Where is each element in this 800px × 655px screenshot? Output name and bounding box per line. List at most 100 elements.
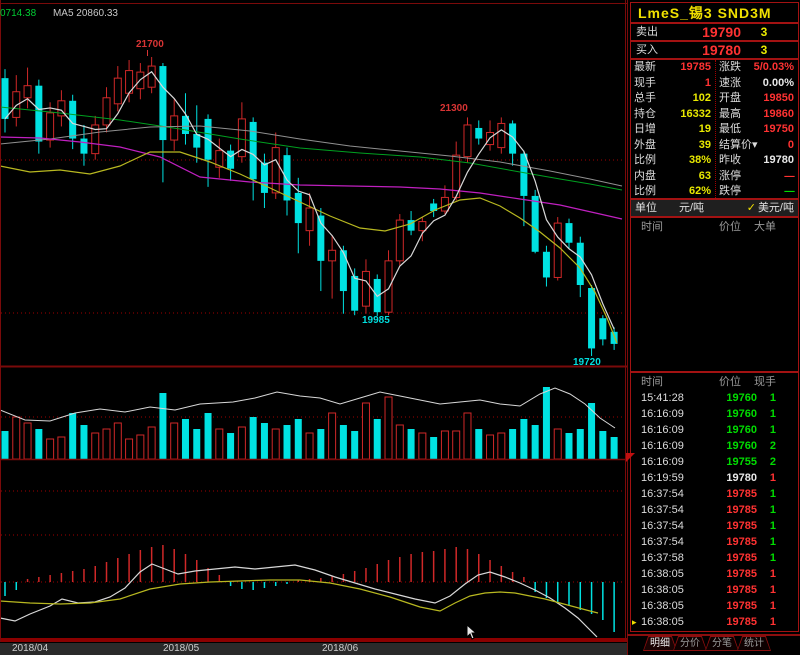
- quote-field-value: 0: [788, 138, 794, 154]
- unit-usd-option[interactable]: ✓美元/吨: [747, 200, 794, 217]
- check-icon: ✓: [747, 202, 756, 214]
- trade-row[interactable]: 16:37:54 19785 1: [631, 518, 798, 534]
- big-orders-header-price: 价位: [719, 220, 741, 234]
- mouse-cursor-icon: [466, 625, 480, 641]
- quote-field-label: 最高: [719, 107, 741, 123]
- trade-qty: 1: [770, 582, 776, 598]
- bottom-tab-bar[interactable]: 明细分价分笔统计: [630, 636, 800, 652]
- big-orders-header-size: 大单: [754, 220, 776, 234]
- quote-field-label: 持仓: [634, 107, 656, 123]
- price-chart-canvas[interactable]: [0, 0, 627, 655]
- trade-row[interactable]: 16:37:58197851: [631, 550, 798, 566]
- quote-field-value: 19780: [763, 153, 794, 169]
- trade-row[interactable]: 16:16:09197602: [631, 438, 798, 454]
- trade-time: 16:37:54: [641, 518, 684, 534]
- quote-grid-row: 最新 19785: [631, 60, 715, 76]
- trade-row[interactable]: 16:19:59197801: [631, 470, 798, 486]
- trade-row[interactable]: 16:38:05197851: [631, 566, 798, 582]
- trade-row[interactable]: 16:37:54197851: [631, 486, 798, 502]
- x-axis-label-april: 2018/04: [12, 643, 48, 655]
- quote-field-label: 昨收: [719, 153, 741, 169]
- quote-field-label: 比例: [634, 153, 656, 169]
- quote-field-label: 开盘: [719, 91, 741, 107]
- unit-cny[interactable]: 元/吨: [679, 200, 704, 217]
- trade-qty: 1: [770, 534, 776, 550]
- x-axis: 2018/04 2018/05 2018/06: [0, 643, 627, 655]
- unit-label: 单位: [635, 200, 657, 217]
- trade-row[interactable]: 15:41:28197601: [631, 390, 798, 406]
- ask-label: 卖出: [636, 24, 658, 41]
- trade-time: 16:16:09: [641, 422, 684, 438]
- bid-qty: 3: [749, 42, 779, 59]
- trade-time: 16:16:09: [641, 454, 684, 470]
- quote-grid-row: 速涨0.00%: [716, 76, 798, 92]
- quote-field-value: 63: [699, 169, 711, 185]
- quote-grid-row: 持仓16332: [631, 107, 715, 123]
- unit-usd: 美元/吨: [758, 202, 794, 214]
- trade-time: 16:16:09: [641, 406, 684, 422]
- current-row-marker-icon: ▸: [632, 614, 637, 630]
- quote-field-value: 62%: [689, 184, 711, 200]
- trade-row[interactable]: 16:16:09197552: [631, 454, 798, 470]
- ma-value-green: 0714.38: [0, 8, 36, 19]
- splitter-handle[interactable]: [626, 453, 635, 462]
- trade-qty: 2: [770, 438, 776, 454]
- quote-grid-row: 比例62%: [631, 184, 715, 200]
- quote-field-value: 0.00%: [763, 76, 794, 92]
- quote-field-value: 19785: [680, 60, 711, 76]
- tab-label: 明细: [644, 637, 676, 650]
- quote-field-value: 38%: [689, 153, 711, 169]
- trade-time: 16:19:59: [641, 470, 684, 486]
- quote-grid-row: 总手102: [631, 91, 715, 107]
- quote-field-value: 19750: [763, 122, 794, 138]
- quote-grid-row: 结算价▾0: [716, 138, 798, 154]
- annotation-low-19720: 19720: [573, 357, 601, 368]
- quote-field-label: 跌停: [719, 184, 741, 200]
- trade-qty: 1: [770, 406, 776, 422]
- quote-grid-row: 最低19750: [716, 122, 798, 138]
- trades-panel[interactable]: 时间 价位 现手 15:41:2819760116:16:0919760116:…: [630, 372, 799, 632]
- trade-row[interactable]: 16:38:05197851: [631, 598, 798, 614]
- trade-price: 19785: [709, 598, 757, 614]
- quote-field-label: 日增: [634, 122, 656, 138]
- quote-field-value: 19850: [763, 91, 794, 107]
- quote-grid-row: 跌停-----: [716, 184, 798, 200]
- quote-field-label: 涨停: [719, 169, 741, 185]
- tab-分笔[interactable]: 分笔: [705, 636, 739, 651]
- trade-qty: 1: [770, 566, 776, 582]
- ask-price: 19790: [679, 24, 741, 41]
- trade-price: 19755: [709, 454, 757, 470]
- trade-time: 16:38:05: [641, 598, 684, 614]
- trade-time: 16:37:54: [641, 486, 684, 502]
- trade-row[interactable]: 16:37:54197851: [631, 502, 798, 518]
- big-orders-header-time: 时间: [641, 220, 663, 234]
- instrument-title: LmeS_锡3 SND3M: [630, 2, 799, 23]
- trade-time: 16:37:58: [641, 550, 684, 566]
- quote-field-value: 39: [699, 138, 711, 154]
- trade-price: 19760: [709, 390, 757, 406]
- tab-分价[interactable]: 分价: [673, 636, 707, 651]
- trade-qty: 1: [770, 614, 776, 630]
- annotation-high-21700: 21700: [136, 39, 164, 50]
- chart-region[interactable]: 0714.38 MA5 20860.33 21700 21300 19985 1…: [0, 0, 627, 655]
- x-axis-label-june: 2018/06: [322, 643, 358, 655]
- tab-统计[interactable]: 统计: [737, 636, 771, 651]
- annotation-arrow-down-icon: [147, 50, 148, 56]
- trade-price: 19785: [709, 518, 757, 534]
- trade-row[interactable]: ▸16:38:05197851: [631, 614, 798, 630]
- quote-field-label: 涨跌: [719, 60, 741, 76]
- trade-row[interactable]: 16:38:05197851: [631, 582, 798, 598]
- unit-row[interactable]: 单位 元/吨 ✓美元/吨: [630, 199, 799, 217]
- indicator-info-bar: 0714.38 MA5 20860.33: [0, 7, 620, 20]
- trade-qty: 1: [770, 550, 776, 566]
- trade-row[interactable]: 16:16:09197601: [631, 422, 798, 438]
- trade-qty: 1: [770, 518, 776, 534]
- trade-row[interactable]: 16:37:54197851: [631, 534, 798, 550]
- trade-price: 19785: [709, 502, 757, 518]
- trade-price: 19780: [709, 470, 757, 486]
- tab-label: 统计: [738, 637, 770, 650]
- tab-明细[interactable]: 明细: [643, 636, 677, 651]
- trade-row[interactable]: 16:16:09197601: [631, 406, 798, 422]
- quote-grid-row: 比例 38%: [631, 153, 715, 169]
- quote-field-label: 最新: [634, 60, 656, 76]
